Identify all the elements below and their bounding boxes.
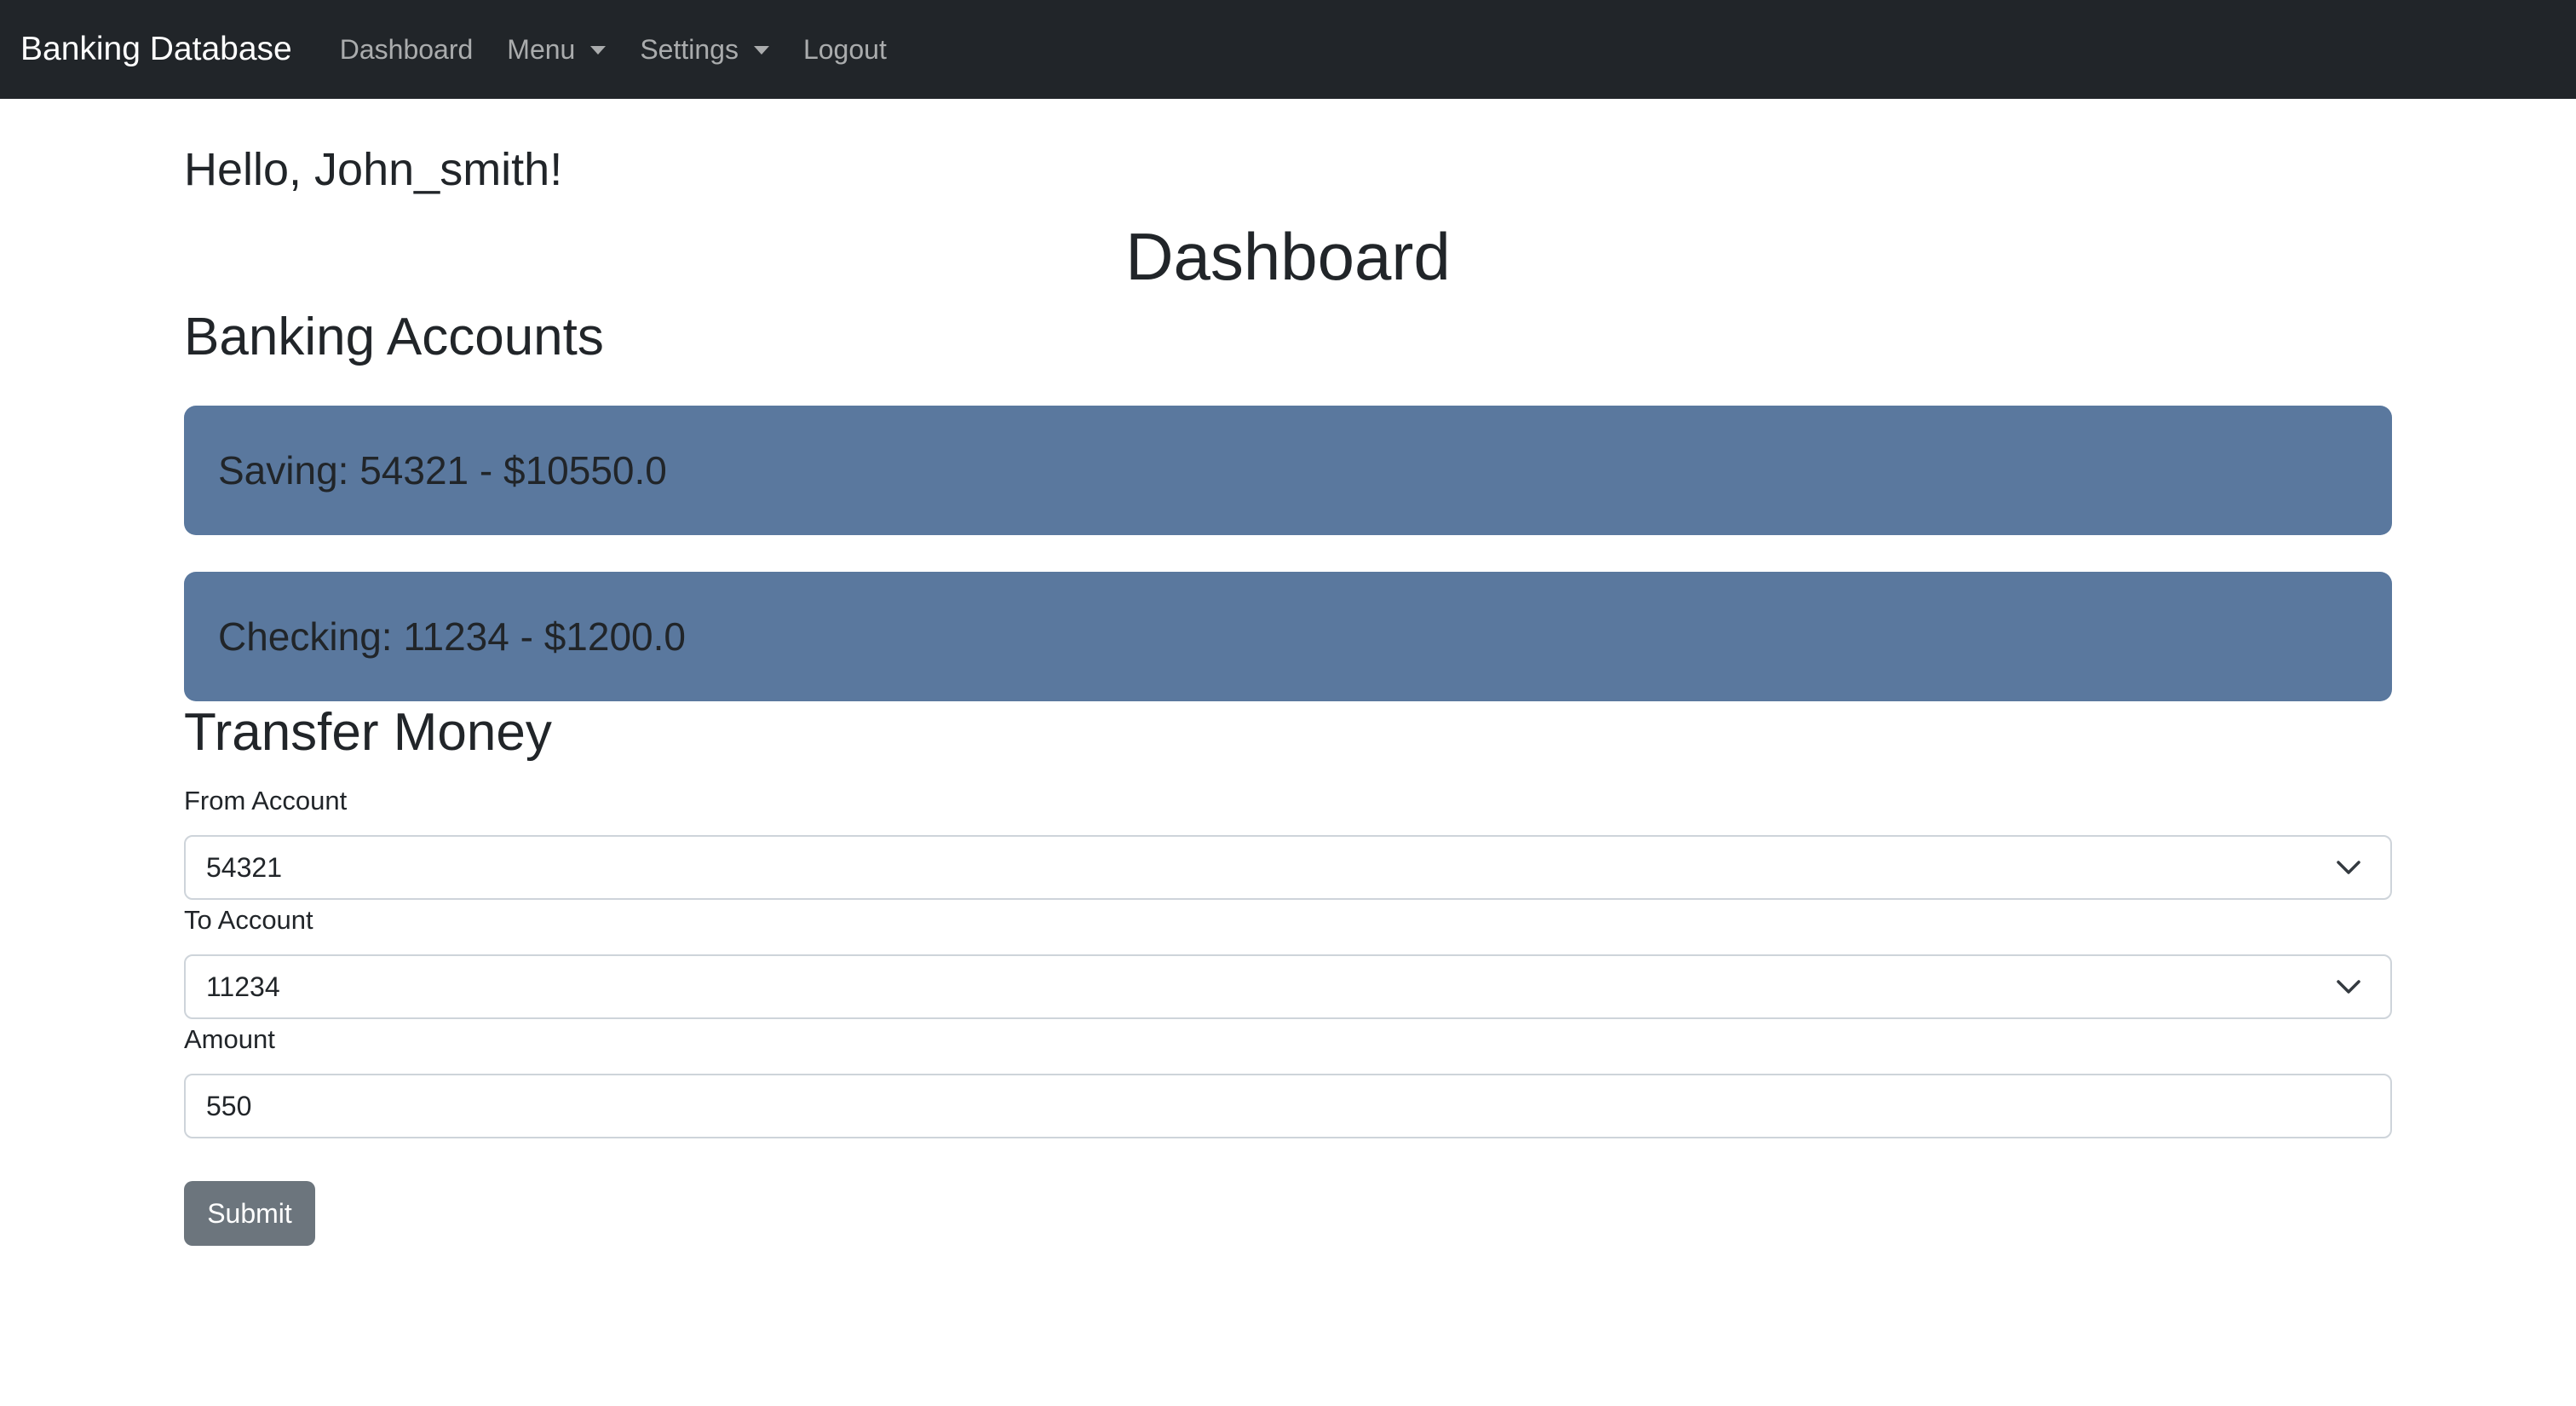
nav-menu-label: Menu xyxy=(507,33,576,65)
to-account-select[interactable]: 11234 xyxy=(184,954,2392,1019)
chevron-down-icon xyxy=(2337,861,2360,874)
amount-label: Amount xyxy=(184,1024,275,1054)
chevron-down-icon xyxy=(2337,980,2360,994)
caret-down-icon xyxy=(753,46,769,55)
greeting-text: Hello, John_smith! xyxy=(184,144,563,195)
brand-link[interactable]: Banking Database xyxy=(20,31,292,68)
nav-dashboard-label: Dashboard xyxy=(339,33,474,65)
to-account-label: To Account xyxy=(184,905,313,935)
nav-logout-label: Logout xyxy=(802,33,887,65)
amount-input[interactable]: 550 xyxy=(184,1074,2392,1138)
nav-dashboard-link[interactable]: Dashboard xyxy=(340,34,474,66)
from-account-select[interactable]: 54321 xyxy=(184,835,2392,900)
top-navbar: Banking Database Dashboard Menu Settings… xyxy=(0,0,2576,99)
nav-settings-label: Settings xyxy=(640,33,739,65)
page-title: Dashboard xyxy=(1125,219,1451,294)
nav-logout-link[interactable]: Logout xyxy=(803,34,887,66)
accounts-section-title: Banking Accounts xyxy=(184,308,604,366)
to-account-value: 11234 xyxy=(206,971,280,1002)
account-card-text: Saving: 54321 - $10550.0 xyxy=(218,448,667,493)
nav-settings-dropdown[interactable]: Settings xyxy=(640,34,769,66)
amount-value: 550 xyxy=(206,1090,252,1121)
nav-menu-dropdown[interactable]: Menu xyxy=(507,33,607,66)
account-card-text: Checking: 11234 - $1200.0 xyxy=(218,614,686,659)
account-card-checking[interactable]: Checking: 11234 - $1200.0 xyxy=(184,572,2392,701)
account-card-saving[interactable]: Saving: 54321 - $10550.0 xyxy=(184,406,2392,535)
from-account-label: From Account xyxy=(184,786,348,815)
from-account-value: 54321 xyxy=(206,851,282,883)
caret-down-icon xyxy=(590,46,607,55)
transfer-section-title: Transfer Money xyxy=(184,703,552,762)
submit-button[interactable]: Submit xyxy=(184,1181,315,1246)
